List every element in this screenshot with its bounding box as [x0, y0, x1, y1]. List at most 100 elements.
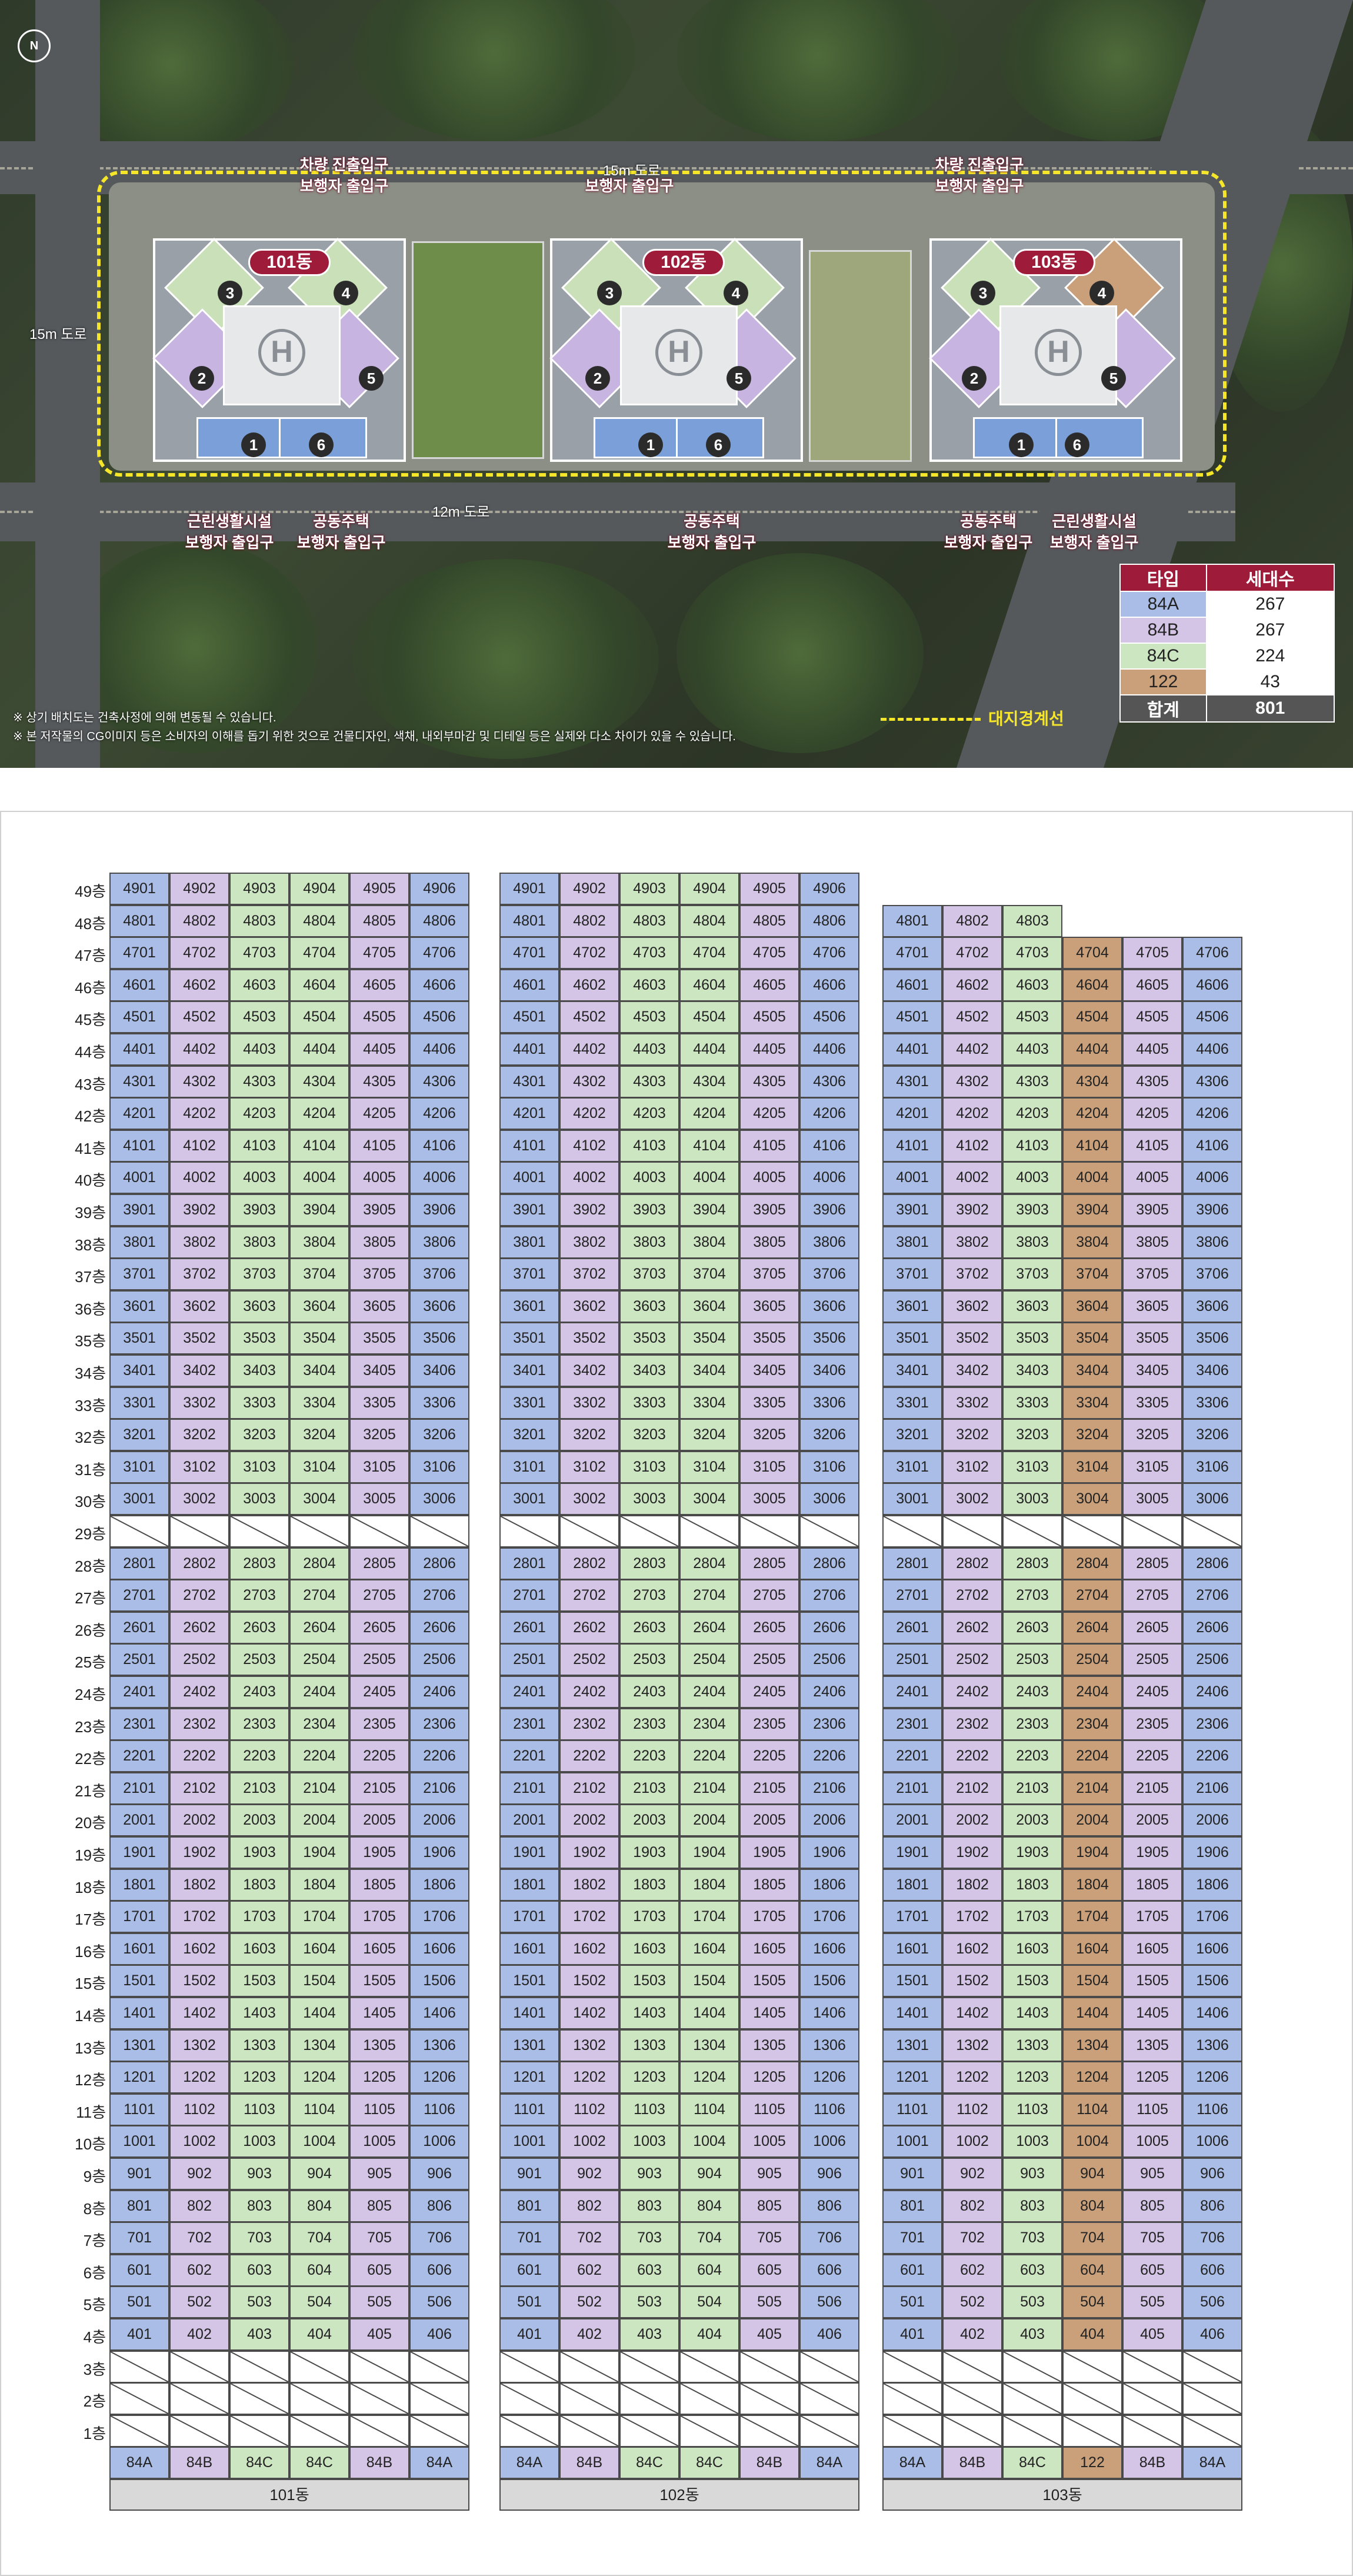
unit-cell: 2602 [169, 1611, 229, 1644]
unused-floor-cell [229, 2414, 289, 2447]
unit-cell: 1105 [1122, 2093, 1182, 2126]
unused-floor-cell [1122, 2414, 1182, 2447]
unit-cell: 2601 [109, 1611, 169, 1644]
wing-number: 3 [971, 281, 995, 305]
unit-cell: 4405 [349, 1033, 409, 1066]
unit-cell: 4304 [679, 1065, 739, 1098]
legend-count: 224 [1205, 643, 1335, 670]
line-type-cell: 84A [882, 2447, 942, 2480]
unit-cell: 3105 [739, 1450, 799, 1483]
unused-floor-cell [289, 2350, 349, 2383]
floor-label: 13층 [75, 2039, 106, 2057]
unit-cell: 3401 [882, 1354, 942, 1387]
unit-cell: 4102 [942, 1129, 1002, 1162]
unit-cell: 3503 [1002, 1322, 1062, 1355]
unit-cell: 3904 [289, 1194, 349, 1226]
unit-cell: 2201 [882, 1740, 942, 1773]
unit-cell: 801 [109, 2189, 169, 2222]
unit-cell: 1401 [499, 1997, 559, 2029]
unit-cell: 506 [409, 2286, 469, 2319]
gate-label: 공동주택 [313, 512, 369, 530]
unit-cell: 3302 [942, 1386, 1002, 1419]
unit-cell: 601 [499, 2254, 559, 2287]
unit-cell: 4803 [619, 904, 679, 937]
unit-cell: 1005 [739, 2125, 799, 2158]
unit-cell: 4303 [229, 1065, 289, 1098]
floor-label: 20층 [75, 1814, 106, 1832]
unit-cell: 1203 [229, 2061, 289, 2094]
unit-cell: 1103 [1002, 2093, 1062, 2126]
unit-cell: 4403 [1002, 1033, 1062, 1066]
unit-cell: 3305 [349, 1386, 409, 1419]
unit-cell: 3301 [882, 1386, 942, 1419]
unit-cell: 1004 [1062, 2125, 1122, 2158]
floor-label: 18층 [75, 1878, 106, 1896]
building-label: 103동 [882, 2479, 1242, 2511]
building-label: 101동 [109, 2479, 469, 2511]
unit-cell: 3606 [409, 1290, 469, 1323]
unit-cell: 406 [799, 2318, 859, 2351]
unit-cell: 1404 [1062, 1997, 1122, 2029]
unused-floor-cell [882, 1515, 942, 1547]
unit-cell: 2201 [499, 1740, 559, 1773]
unit-cell: 3306 [409, 1386, 469, 1419]
unit-cell: 4301 [109, 1065, 169, 1098]
unit-cell: 1001 [109, 2125, 169, 2158]
unit-cell: 3502 [169, 1322, 229, 1355]
unit-cell: 4702 [942, 937, 1002, 970]
unit-cell: 4406 [799, 1033, 859, 1066]
unit-cell: 2304 [679, 1708, 739, 1740]
unit-cell: 3404 [289, 1354, 349, 1387]
unit-cell: 1403 [619, 1997, 679, 2029]
unit-cell: 1603 [229, 1932, 289, 1965]
unit-cell: 3204 [1062, 1419, 1122, 1452]
unit-cell: 2502 [942, 1643, 1002, 1676]
unit-cell: 3304 [1062, 1386, 1122, 1419]
unused-floor-cell [679, 2382, 739, 2415]
unit-cell: 1403 [1002, 1997, 1062, 2029]
unit-cell: 1606 [409, 1932, 469, 1965]
unit-cell: 3501 [109, 1322, 169, 1355]
unit-cell: 3401 [109, 1354, 169, 1387]
unused-floor-cell [942, 2382, 1002, 2415]
unit-cell: 4605 [349, 969, 409, 1001]
unit-cell: 2705 [1122, 1579, 1182, 1612]
unit-cell: 1705 [1122, 1901, 1182, 1933]
unused-floor-cell [559, 2382, 619, 2415]
unit-cell: 4205 [349, 1097, 409, 1130]
unit-cell: 2706 [799, 1579, 859, 1612]
unit-cell: 2603 [229, 1611, 289, 1644]
unit-cell: 2602 [559, 1611, 619, 1644]
wing-1 [594, 417, 682, 458]
unused-floor-cell [799, 2382, 859, 2415]
unit-cell: 905 [739, 2158, 799, 2190]
unit-cell: 703 [619, 2222, 679, 2255]
unit-cell: 3704 [679, 1258, 739, 1291]
unit-cell: 4003 [1002, 1161, 1062, 1194]
unit-cell: 1803 [1002, 1868, 1062, 1901]
wing-number: 2 [189, 366, 214, 391]
unit-cell: 2704 [289, 1579, 349, 1612]
unit-cell: 3201 [109, 1419, 169, 1452]
unit-cell: 3201 [882, 1419, 942, 1452]
floor-label: 49층 [75, 883, 106, 900]
unit-cell: 1606 [1182, 1932, 1242, 1965]
gate-label: 차량 진출입구 [935, 156, 1024, 174]
unit-cell: 1505 [739, 1965, 799, 1998]
unit-cell: 1806 [1182, 1868, 1242, 1901]
unit-cell: 1706 [1182, 1901, 1242, 1933]
unit-cell: 4206 [1182, 1097, 1242, 1130]
floor-label: 25층 [75, 1653, 106, 1672]
floor-label: 40층 [75, 1171, 106, 1190]
unit-cell: 4106 [1182, 1129, 1242, 1162]
unit-cell: 3001 [882, 1483, 942, 1516]
unit-cell: 403 [1002, 2318, 1062, 2351]
unit-cell: 1605 [739, 1932, 799, 1965]
unit-cell: 2503 [619, 1643, 679, 1676]
unit-cell: 2201 [109, 1740, 169, 1773]
unit-cell: 2306 [409, 1708, 469, 1740]
unit-cell: 4701 [882, 937, 942, 970]
unit-cell: 805 [1122, 2189, 1182, 2222]
unit-cell: 2105 [739, 1772, 799, 1805]
unit-cell: 4204 [289, 1097, 349, 1130]
